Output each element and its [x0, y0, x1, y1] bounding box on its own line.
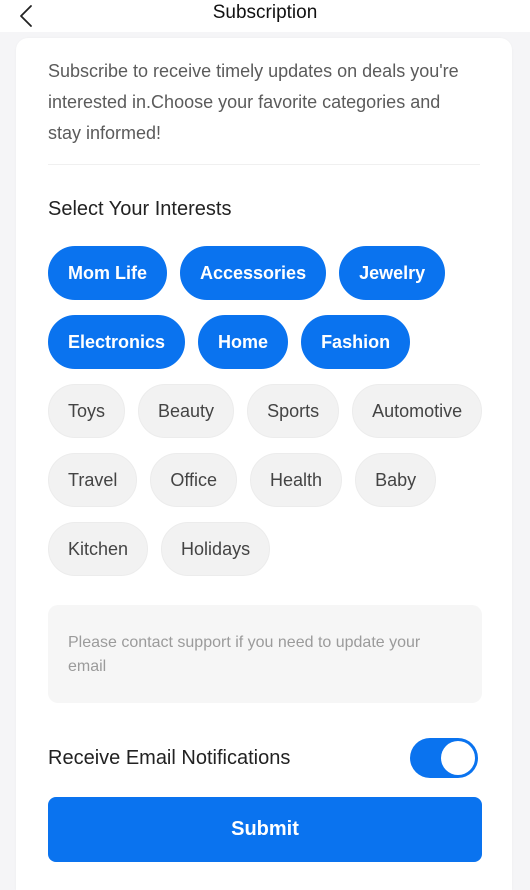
interest-chip[interactable]: Sports [247, 384, 340, 438]
interest-chip[interactable]: Electronics [48, 315, 186, 369]
interests-title: Select Your Interests [48, 198, 232, 220]
email-notice: Please contact support if you need to up… [48, 605, 482, 703]
email-notifications-label: Receive Email Notifications [48, 746, 291, 769]
interest-chip[interactable]: Toys [48, 384, 126, 438]
interest-chip[interactable]: Fashion [301, 315, 411, 369]
interest-chip[interactable]: Health [250, 453, 343, 507]
page-title: Subscription [212, 2, 318, 23]
email-notifications-row: Receive Email Notifications [48, 738, 478, 778]
interest-chip[interactable]: Travel [48, 453, 138, 507]
interest-chip[interactable]: Kitchen [48, 522, 149, 576]
intro-text: Subscribe to receive timely updates on d… [48, 61, 459, 143]
interest-chip[interactable]: Office [150, 453, 238, 507]
interest-chip[interactable]: Mom Life [48, 246, 167, 300]
interest-chip[interactable]: Accessories [180, 246, 327, 300]
interest-chip[interactable]: Jewelry [339, 246, 446, 300]
subscription-card: Subscribe to receive timely updates on d… [16, 38, 512, 890]
interest-chip[interactable]: Baby [355, 453, 437, 507]
submit-button[interactable]: Submit [48, 797, 482, 862]
toggle-knob [441, 741, 475, 775]
interest-chip[interactable]: Home [198, 315, 289, 369]
divider [48, 164, 480, 165]
interest-chip[interactable]: Automotive [352, 384, 483, 438]
interest-chip[interactable]: Holidays [161, 522, 271, 576]
interest-chip[interactable]: Beauty [138, 384, 235, 438]
header-bar: Subscription [0, 0, 530, 32]
email-notifications-toggle[interactable] [410, 738, 478, 778]
interest-chip-list: Mom Life Accessories Jewelry Electronics… [48, 246, 488, 576]
